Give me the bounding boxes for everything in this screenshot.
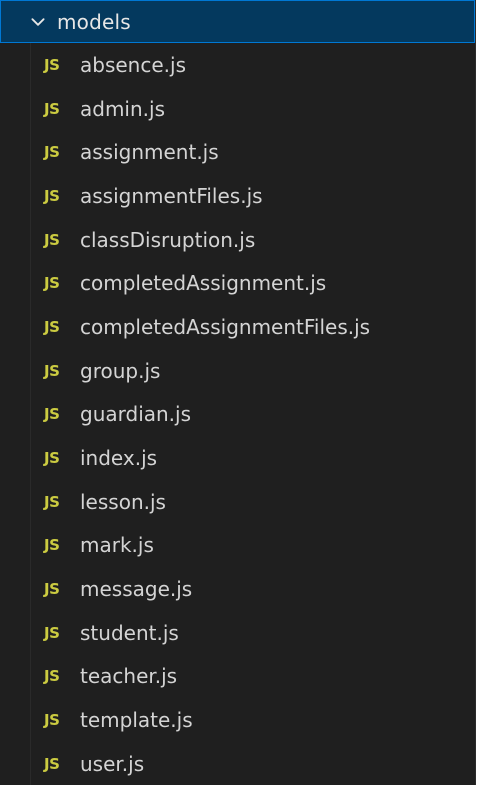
js-file-icon: JS [44, 580, 60, 599]
file-name: group.js [80, 358, 161, 383]
indent-guide [30, 436, 31, 480]
file-name: absence.js [80, 52, 186, 77]
indent-guide [30, 174, 31, 218]
js-file-icon: JS [44, 361, 60, 380]
file-name: message.js [80, 577, 193, 602]
file-name: index.js [80, 446, 158, 471]
file-name: teacher.js [80, 664, 178, 689]
file-explorer: models JS absence.js JS admin.js JS assignm… [0, 0, 476, 785]
js-file-icon: JS [44, 55, 60, 74]
indent-guide [30, 654, 31, 699]
file-item[interactable]: JS completedAssignment.js [0, 261, 475, 306]
chevron-down-icon[interactable] [27, 11, 49, 33]
js-file-icon: JS [44, 623, 60, 642]
file-item[interactable]: JS admin.js [0, 86, 475, 131]
js-file-icon: JS [44, 536, 60, 555]
js-file-icon: JS [44, 405, 60, 424]
file-item[interactable]: JS lesson.js [0, 479, 475, 524]
folder-label: models [57, 9, 131, 34]
js-file-icon: JS [44, 711, 60, 730]
file-item[interactable]: JS completedAssignmentFiles.js [0, 305, 475, 349]
indent-guide [30, 523, 31, 568]
indent-guide [30, 698, 31, 742]
indent-guide [30, 43, 31, 87]
file-item[interactable]: JS group.js [0, 348, 475, 393]
js-file-icon: JS [44, 186, 60, 205]
indent-guide [30, 567, 31, 611]
indent-guide [30, 392, 31, 437]
js-file-icon: JS [44, 449, 60, 468]
folder-models[interactable]: models [0, 0, 475, 43]
file-name: template.js [80, 708, 193, 733]
file-name: lesson.js [80, 489, 166, 514]
js-file-icon: JS [44, 230, 60, 249]
file-item[interactable]: JS assignmentFiles.js [0, 174, 475, 218]
file-item[interactable]: JS student.js [0, 610, 475, 655]
file-name: mark.js [80, 533, 154, 558]
js-file-icon: JS [44, 143, 60, 162]
file-item[interactable]: JS teacher.js [0, 654, 475, 699]
indent-guide [30, 305, 31, 349]
js-file-icon: JS [44, 492, 60, 511]
file-name: classDisruption.js [80, 227, 256, 252]
file-item[interactable]: JS mark.js [0, 523, 475, 568]
js-file-icon: JS [44, 667, 60, 686]
indent-guide [30, 130, 31, 175]
file-item[interactable]: JS absence.js [0, 43, 475, 87]
file-name: assignment.js [80, 140, 219, 165]
file-name: completedAssignment.js [80, 271, 327, 296]
js-file-icon: JS [44, 274, 60, 293]
js-file-icon: JS [44, 99, 60, 118]
indent-guide [30, 348, 31, 393]
file-item[interactable]: JS assignment.js [0, 130, 475, 175]
file-item[interactable]: JS template.js [0, 698, 475, 742]
file-item[interactable]: JS user.js [0, 742, 475, 785]
file-name: user.js [80, 751, 145, 776]
indent-guide [30, 479, 31, 524]
file-name: guardian.js [80, 402, 192, 427]
indent-guide [30, 742, 31, 785]
file-item[interactable]: JS index.js [0, 436, 475, 480]
file-name: completedAssignmentFiles.js [80, 314, 371, 339]
indent-guide [30, 261, 31, 306]
file-list: JS absence.js JS admin.js JS assignment.js … [0, 43, 475, 785]
js-file-icon: JS [44, 317, 60, 336]
indent-guide [30, 86, 31, 131]
file-item[interactable]: JS message.js [0, 567, 475, 611]
indent-guide [30, 610, 31, 655]
js-file-icon: JS [44, 754, 60, 773]
file-name: assignmentFiles.js [80, 183, 263, 208]
file-name: student.js [80, 620, 179, 645]
file-item[interactable]: JS classDisruption.js [0, 217, 475, 262]
indent-guide [30, 217, 31, 262]
file-name: admin.js [80, 96, 165, 121]
window-edge [476, 0, 490, 785]
file-item[interactable]: JS guardian.js [0, 392, 475, 437]
